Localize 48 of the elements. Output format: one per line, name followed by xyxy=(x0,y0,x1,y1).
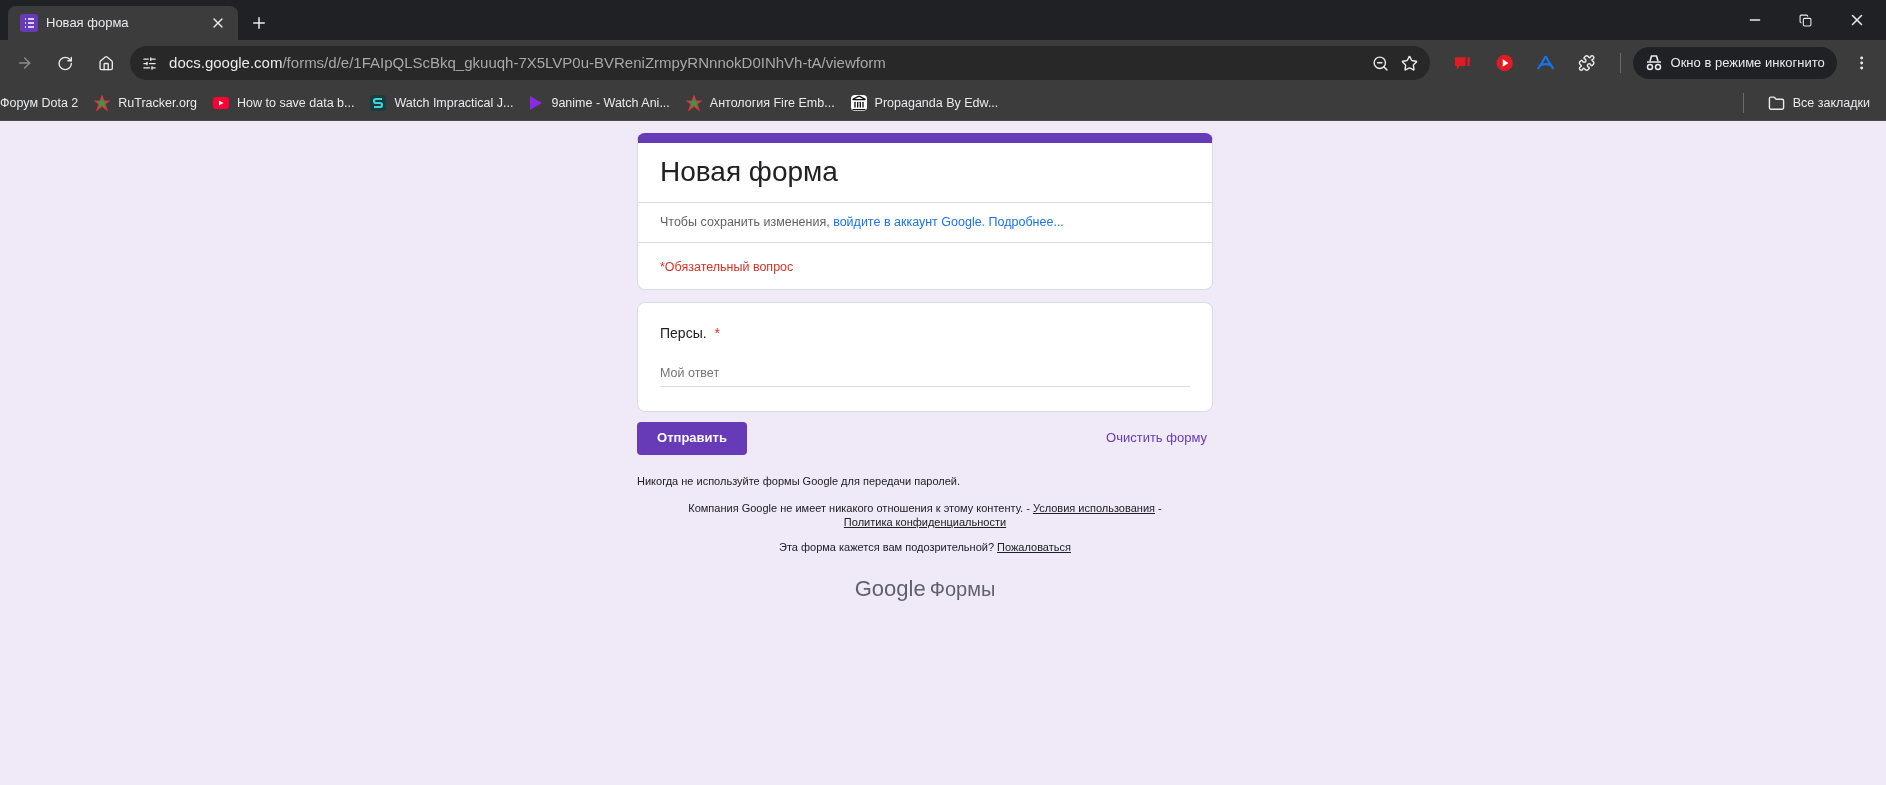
report-link[interactable]: Пожаловаться xyxy=(997,541,1071,553)
building-icon xyxy=(850,95,867,111)
report-text: Эта форма кажется вам подозрительной? Пожаловаться xyxy=(778,540,1072,555)
bookmark-item[interactable]: Propaganda By Edw... xyxy=(850,93,999,113)
bookmark-item[interactable]: 9anime - Watch Ani... xyxy=(529,93,670,113)
triangle-icon xyxy=(529,95,544,111)
url-text: docs.google.com/forms/d/e/1FAIpQLScBkq_gkuuqh-7X5LVP0u-BVReniZrmpyRNnnokD0INhVh-tA/viewform xyxy=(169,52,887,73)
submit-button[interactable]: Отправить xyxy=(637,421,747,455)
bookmark-item[interactable]: Watch Impractical J... xyxy=(370,93,514,113)
password-warning: Никогда не используйте формы Google для передачи паролей. xyxy=(637,473,962,489)
bookmark-star-icon[interactable] xyxy=(1401,54,1419,72)
answer-field[interactable]: Мой ответ xyxy=(660,363,1190,387)
required-asterisk: * xyxy=(714,323,721,343)
tab-title: Новая форма xyxy=(46,14,130,33)
s-logo-icon xyxy=(370,95,387,111)
site-info-icon[interactable] xyxy=(142,55,158,71)
play-icon[interactable] xyxy=(1495,54,1513,72)
bookmark-item[interactable]: How to save data b... xyxy=(213,93,355,113)
star-icon xyxy=(685,95,702,111)
all-bookmarks-button[interactable]: Все закладки xyxy=(1767,93,1870,113)
zoom-out-icon[interactable] xyxy=(1372,54,1390,72)
incognito-icon xyxy=(1644,55,1663,71)
bookmark-item[interactable]: Антология Fire Emb... xyxy=(685,93,835,113)
sign-in-notice: Чтобы сохранить изменения, войдите в аккаунт Google. Подробнее... xyxy=(660,214,1065,231)
new-tab-icon[interactable] xyxy=(250,14,268,32)
learn-more-link[interactable]: Подробнее... xyxy=(988,215,1064,229)
play-icon xyxy=(213,97,229,109)
incognito-button[interactable]: Окно в режиме инкогнито xyxy=(1632,47,1837,79)
sign-in-link[interactable]: войдите в аккаунт Google. xyxy=(833,215,986,229)
terms-link[interactable]: Условия использования xyxy=(1032,502,1155,514)
required-note: *Обязательный вопрос xyxy=(660,259,794,274)
address-bar[interactable]: docs.google.com/forms/d/e/1FAIpQLScBkq_gkuuqh-7X5LVP0u-BVReniZrmpyRNnnokD0INhVh-tA/viewform xyxy=(130,46,1431,80)
form-icon xyxy=(20,14,38,32)
disclaimer-text: Компания Google не имеет никакого отношения к этому контенту. - Условия использования - Политика конфиденциальности xyxy=(687,501,1163,529)
folder-icon xyxy=(1767,94,1785,112)
extensions-icon[interactable] xyxy=(1578,54,1596,72)
bookmark-item[interactable]: RuTracker.org xyxy=(94,93,197,113)
star-icon xyxy=(94,95,111,111)
home-icon[interactable] xyxy=(97,54,115,72)
clear-form-button[interactable]: Очистить форму xyxy=(1106,428,1207,448)
reload-icon[interactable] xyxy=(57,54,74,72)
form-title: Новая форма xyxy=(660,155,839,189)
google-forms-logo[interactable]: Google Формы xyxy=(854,571,996,605)
privacy-link[interactable]: Политика конфиденциальности xyxy=(843,516,1007,528)
question-label: Персы. xyxy=(660,323,707,343)
browser-tab[interactable]: Новая форма xyxy=(8,6,238,40)
restore-icon[interactable] xyxy=(1799,13,1812,27)
bookmark-item[interactable]: Форум Dota 2 xyxy=(0,93,79,113)
